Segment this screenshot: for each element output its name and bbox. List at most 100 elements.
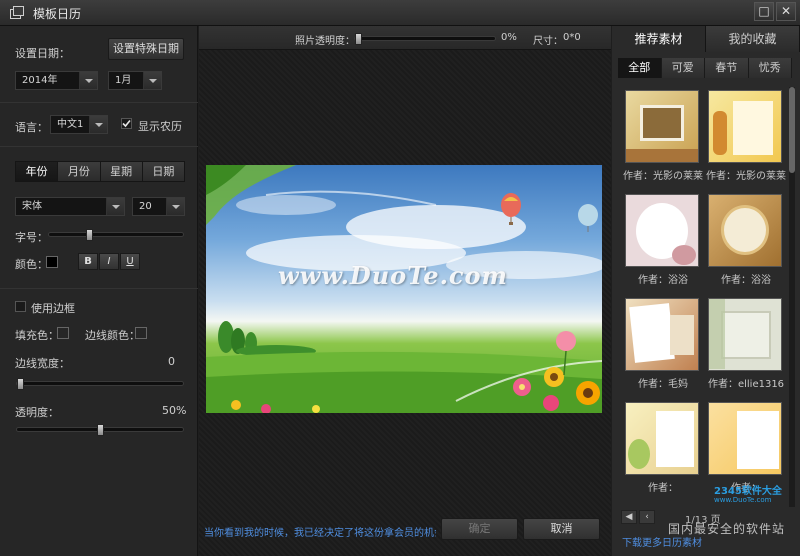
divider [0, 288, 198, 289]
confirm-button[interactable]: 确定 [441, 518, 518, 540]
font-select[interactable]: 宋体 [15, 197, 125, 216]
category-all[interactable]: 全部 [618, 58, 662, 78]
trees [218, 321, 316, 357]
chevron-down-icon [89, 116, 107, 133]
first-page-icon[interactable]: ◀ [621, 510, 637, 524]
slider-thumb[interactable] [17, 378, 24, 390]
border-color-swatch[interactable] [135, 327, 147, 339]
photo-opacity-slider[interactable] [354, 33, 496, 45]
material-author: 作者：光影の莱莱 [706, 171, 786, 182]
photo-opacity-value: 0% [501, 32, 517, 43]
balloon-icon [578, 204, 598, 232]
use-border-checkbox[interactable] [15, 301, 26, 312]
photo-toolbar: 照片透明度： 0% 尺寸： 0*0 [199, 26, 611, 50]
chevron-down-icon [106, 198, 124, 215]
material-tabs: 推荐素材 我的收藏 [612, 26, 800, 52]
year-select-value: 2014年 [22, 75, 58, 86]
chevron-down-icon [79, 72, 97, 89]
tab-recommended[interactable]: 推荐素材 [612, 26, 706, 52]
material-panel: 推荐素材 我的收藏 全部 可爱 春节 忧秀 作者：光影の莱莱 作者：光影の莱莱 … [612, 26, 800, 556]
font-size-select-value: 20 [139, 201, 152, 212]
year-select[interactable]: 2014年 [15, 71, 98, 90]
chevron-down-icon [166, 198, 184, 215]
special-date-button[interactable]: 设置特殊日期 [108, 38, 184, 60]
language-select[interactable]: 中文1 [50, 115, 108, 134]
language-label: 语言： [15, 121, 48, 134]
bold-button[interactable]: B [78, 253, 98, 270]
material-thumbnail[interactable] [625, 402, 699, 475]
prev-page-icon[interactable]: ‹ [639, 510, 655, 524]
material-thumbnail[interactable] [708, 194, 782, 267]
material-thumbnail[interactable] [708, 298, 782, 371]
material-grid: 作者：光影の莱莱 作者：光影の莱莱 作者：浴浴 作者：浴浴 作者：毛妈 作者：e… [621, 87, 787, 505]
window-title: 模板日历 [33, 7, 82, 21]
material-author: 作者：浴浴 [721, 275, 771, 286]
font-size-label: 字号： [15, 231, 48, 244]
material-thumbnail[interactable] [708, 90, 782, 163]
category-spring-festival[interactable]: 春节 [705, 58, 749, 78]
photo-size-label: 尺寸： [533, 36, 563, 47]
calendar-app-icon [10, 6, 24, 19]
settings-panel: 设置日期： 设置特殊日期 2014年 1月 语言： 中文1 显示农历 年份 月份… [0, 26, 198, 556]
color-label: 颜色： [15, 258, 48, 271]
fill-color-swatch[interactable] [57, 327, 69, 339]
font-select-value: 宋体 [22, 201, 42, 212]
action-bar: 当你看到我的时候，我已经决定了将这份拿会员的机会送 确定 取消 [199, 514, 611, 556]
preview-area: 照片透明度： 0% 尺寸： 0*0 www.DuoTe.com 当你看到我的时候… [199, 26, 611, 556]
text-color-swatch[interactable] [46, 256, 58, 268]
tab-favorites[interactable]: 我的收藏 [706, 26, 800, 52]
category-cute[interactable]: 可爱 [661, 58, 705, 78]
material-author: 作者：毛妈 [638, 379, 688, 390]
font-size-slider[interactable] [48, 229, 184, 241]
month-select[interactable]: 1月 [108, 71, 162, 90]
material-author: 作者：ellie1316 [707, 379, 785, 390]
italic-button[interactable]: I [99, 253, 119, 270]
category-excellent[interactable]: 忧秀 [748, 58, 792, 78]
show-lunar-checkbox[interactable] [121, 118, 132, 129]
slider-thumb[interactable] [355, 33, 362, 45]
slider-thumb[interactable] [86, 229, 93, 241]
brand-site: 2345软件大全 [714, 486, 782, 497]
material-thumbnail[interactable] [625, 298, 699, 371]
show-lunar-label: 显示农历 [138, 120, 182, 133]
member-notice-link[interactable]: 当你看到我的时候，我已经决定了将这份拿会员的机会送 [204, 524, 436, 539]
underline-button[interactable]: U [120, 253, 140, 270]
border-width-slider[interactable] [16, 378, 184, 390]
watermark-text: www.DuoTe.com [278, 261, 508, 290]
use-border-label: 使用边框 [31, 302, 75, 315]
opacity-label: 透明度： [15, 406, 59, 419]
font-size-select[interactable]: 20 [132, 197, 185, 216]
opacity-value: 50% [162, 404, 187, 417]
language-select-value: 中文1 [57, 119, 84, 130]
photo-size-value: 0*0 [563, 32, 581, 43]
photo-opacity-label: 照片透明度： [295, 36, 355, 47]
slider-thumb[interactable] [97, 424, 104, 436]
material-author: 作者：光影の莱莱 [623, 171, 703, 182]
material-thumbnail[interactable] [625, 194, 699, 267]
material-author: 作者：浴浴 [638, 275, 688, 286]
set-date-label: 设置日期： [15, 47, 70, 60]
brand-slogan: 国内最安全的软件站 [668, 522, 786, 536]
material-thumbnail[interactable] [708, 402, 782, 475]
opacity-slider[interactable] [16, 424, 184, 436]
category-tabs: 全部 可爱 春节 忧秀 [618, 58, 792, 78]
tab-day[interactable]: 日期 [142, 162, 184, 181]
close-button[interactable]: ✕ [776, 2, 796, 21]
chevron-down-icon [143, 72, 161, 89]
material-scrollbar[interactable] [789, 87, 795, 507]
material-thumbnail[interactable] [625, 90, 699, 163]
cancel-button[interactable]: 取消 [523, 518, 600, 540]
calendar-preview-image[interactable]: www.DuoTe.com [206, 165, 602, 413]
text-target-tabs: 年份 月份 星期 日期 [15, 161, 185, 182]
tab-month[interactable]: 月份 [58, 162, 101, 181]
tab-year[interactable]: 年份 [16, 162, 59, 181]
month-select-value: 1月 [115, 75, 132, 86]
maximize-button[interactable]: □ [754, 2, 774, 21]
border-width-label: 边线宽度： [15, 357, 70, 370]
border-width-value: 0 [168, 355, 175, 368]
tab-week[interactable]: 星期 [100, 162, 143, 181]
title-bar: 模板日历 □ ✕ [0, 0, 800, 26]
brand-url: www.DuoTe.com [714, 496, 772, 504]
scrollbar-thumb[interactable] [789, 87, 795, 173]
divider [0, 102, 198, 103]
